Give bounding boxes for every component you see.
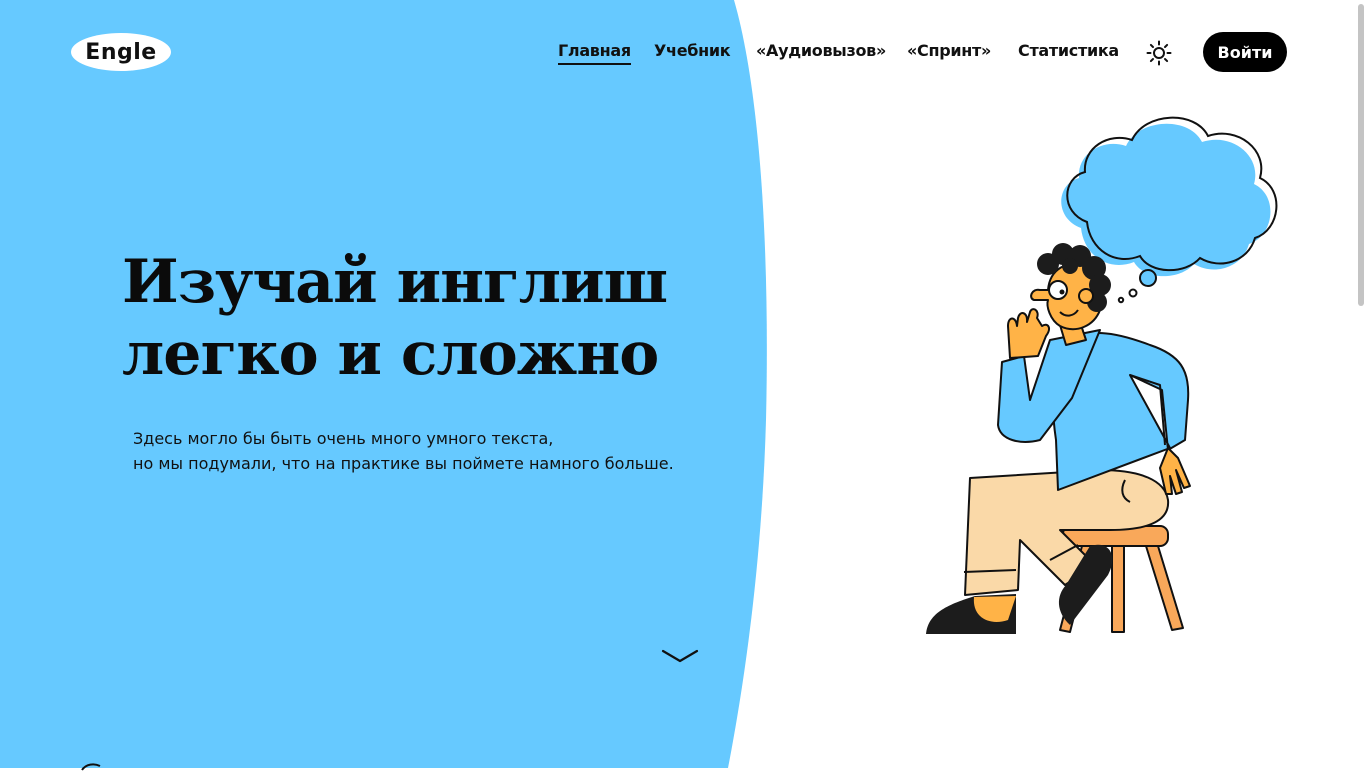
hero-title-line: легко и сложно [122, 319, 659, 389]
nav-statistics[interactable]: Статистика [1018, 41, 1119, 60]
page-scrollbar[interactable] [1358, 4, 1364, 306]
raised-hand [1007, 308, 1050, 359]
hero-description: Здесь могло бы быть очень много умного т… [133, 426, 713, 476]
nav-textbook[interactable]: Учебник [654, 41, 731, 60]
logo[interactable]: Engle [71, 33, 171, 71]
resting-hand [1159, 447, 1191, 495]
chevron-down-icon [661, 649, 699, 663]
thinking-person-illustration [926, 116, 1278, 634]
scroll-down-button[interactable] [660, 646, 700, 666]
sun-icon [1146, 40, 1172, 66]
login-button[interactable]: Войти [1203, 32, 1287, 72]
nav-audiocall[interactable]: «Аудиовызов» [756, 41, 886, 60]
hero-title-line: Изучай инглиш [122, 247, 668, 317]
hero-description-line: но мы подумали, что на практике вы пойме… [133, 454, 674, 473]
nav-sprint[interactable]: «Спринт» [907, 41, 991, 60]
nav-home[interactable]: Главная [558, 41, 631, 65]
theme-toggle-button[interactable] [1146, 40, 1172, 66]
hero-title: Изучай инглиш легко и сложно [122, 246, 722, 390]
hero-description-line: Здесь могло бы быть очень много умного т… [133, 429, 554, 448]
next-section-peek [81, 763, 101, 771]
site-header: Engle Главная Учебник «Аудиовызов» «Спри… [0, 0, 1366, 104]
ear [1078, 288, 1094, 304]
